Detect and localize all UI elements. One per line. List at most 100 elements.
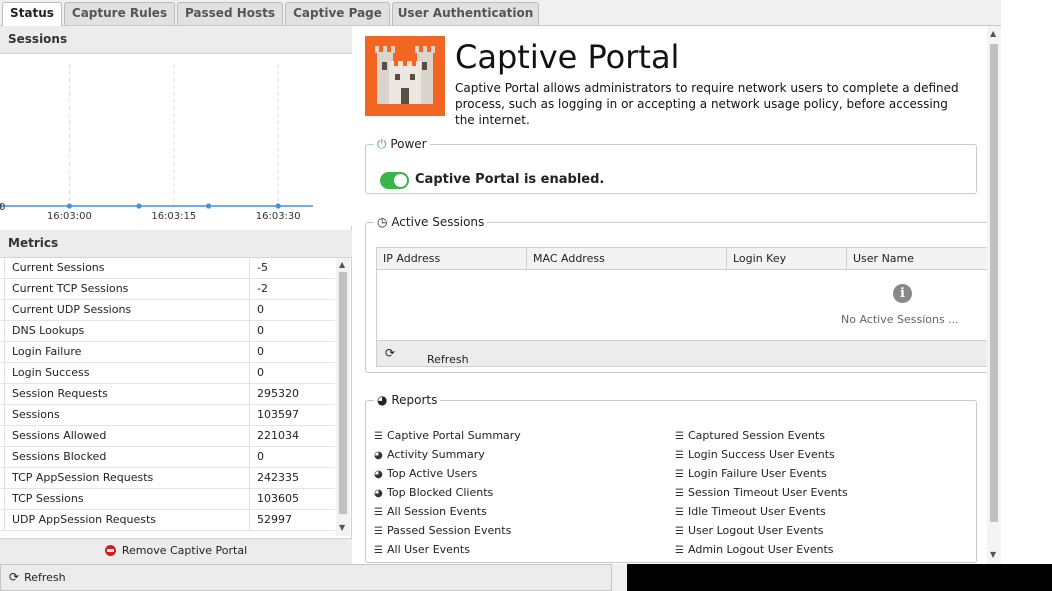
castle-logo-icon — [365, 36, 445, 116]
col-divider — [726, 248, 727, 270]
report-label: User Logout User Events — [688, 524, 824, 537]
scroll-up-icon[interactable]: ▲ — [990, 29, 996, 38]
list-icon: ☰ — [675, 469, 684, 480]
data-point — [136, 203, 142, 209]
list-icon: ☰ — [675, 450, 684, 461]
refresh-label: Refresh — [24, 571, 66, 584]
column-divider — [249, 384, 250, 405]
metric-name: Current TCP Sessions — [12, 282, 129, 295]
list-icon: ☰ — [374, 507, 383, 518]
report-link[interactable]: ☰ Session Timeout User Events — [675, 486, 848, 499]
metric-value: -5 — [257, 261, 268, 274]
col-user-name[interactable]: User Name — [853, 252, 914, 265]
report-link[interactable]: ◕ Top Active Users — [374, 467, 477, 480]
column-divider — [249, 489, 250, 510]
report-link[interactable]: ☰ Captured Session Events — [675, 429, 825, 442]
page-description: Captive Portal allows administrators to … — [455, 81, 959, 127]
metric-value: 0 — [257, 345, 264, 358]
right-scrollbar[interactable]: ▲ ▼ — [987, 26, 1001, 564]
metric-row: Sessions Blocked 0 — [0, 447, 335, 468]
remove-captive-portal-button[interactable]: Remove Captive Portal — [0, 538, 352, 564]
sessions-grid-body: i No Active Sessions ... — [376, 270, 988, 340]
metric-value: 242335 — [257, 471, 299, 484]
tab-capture-rules[interactable]: Capture Rules — [64, 2, 175, 25]
row-divider — [4, 405, 5, 426]
sessions-refresh-label: Refresh — [427, 353, 469, 366]
scroll-down-icon[interactable]: ▼ — [339, 523, 345, 532]
report-link[interactable]: ☰ Login Success User Events — [675, 448, 835, 461]
bottom-toolbar: ⟳ Refresh — [0, 564, 612, 591]
report-link[interactable]: ☰ Passed Session Events — [374, 524, 511, 537]
metric-value: 295320 — [257, 387, 299, 400]
metric-row: Sessions 103597 — [0, 405, 335, 426]
refresh-icon: ⟳ — [9, 570, 20, 584]
metrics-grid: Current Sessions -5 Current TCP Sessions -2… — [0, 258, 352, 536]
metric-value: 0 — [257, 366, 264, 379]
report-link[interactable]: ☰ All Session Events — [374, 505, 487, 518]
row-divider — [4, 489, 5, 510]
report-link[interactable]: ☰ Idle Timeout User Events — [675, 505, 826, 518]
row-divider — [4, 426, 5, 447]
report-label: Login Failure User Events — [688, 467, 827, 480]
col-login-key[interactable]: Login Key — [733, 252, 786, 265]
list-icon: ☰ — [675, 507, 684, 518]
x-tick-label: 16:03:15 — [151, 211, 196, 222]
refresh-button[interactable]: ⟳ Refresh — [9, 570, 66, 584]
empty-sessions-text: No Active Sessions ... — [841, 313, 959, 326]
power-legend-label: Power — [390, 137, 427, 151]
column-divider — [249, 279, 250, 300]
list-icon: ☰ — [675, 431, 684, 442]
info-icon: i — [893, 284, 912, 303]
metric-row: TCP AppSession Requests 242335 — [0, 468, 335, 489]
sessions-chart-svg: 16:03:00 16:03:15 16:03:30 0 — [0, 64, 313, 222]
report-label: Top Blocked Clients — [387, 486, 494, 499]
metric-name: Sessions — [12, 408, 60, 421]
metric-row: Session Requests 295320 — [0, 384, 335, 405]
metrics-scroll-thumb[interactable] — [339, 272, 347, 514]
scroll-down-icon[interactable]: ▼ — [990, 550, 996, 559]
pie-icon: ◕ — [374, 450, 383, 461]
col-mac-address[interactable]: MAC Address — [533, 252, 605, 265]
row-divider — [4, 279, 5, 300]
sessions-refresh-bar: ⟳ Refresh — [376, 340, 988, 367]
list-icon: ☰ — [374, 431, 383, 442]
right-scroll-thumb[interactable] — [990, 44, 998, 522]
data-point — [66, 203, 72, 209]
power-toggle[interactable] — [380, 172, 409, 189]
metrics-panel-title: Metrics — [0, 230, 352, 258]
row-divider — [4, 258, 5, 279]
metric-value: 0 — [257, 450, 264, 463]
report-link[interactable]: ◕ Top Blocked Clients — [374, 486, 493, 499]
empty-area — [627, 564, 1052, 591]
tab-user-authentication[interactable]: User Authentication — [392, 2, 539, 25]
tab-passed-hosts[interactable]: Passed Hosts — [177, 2, 283, 25]
report-link[interactable]: ☰ Admin Logout User Events — [675, 543, 834, 556]
active-sessions-fieldset: ◷ Active Sessions IP Address MAC Address… — [365, 215, 1001, 373]
report-label: Passed Session Events — [387, 524, 512, 537]
tab-captive-page[interactable]: Captive Page — [285, 2, 390, 25]
metric-name: Current UDP Sessions — [12, 303, 132, 316]
column-divider — [249, 510, 250, 531]
report-link[interactable]: ☰ Login Failure User Events — [675, 467, 827, 480]
report-label: Top Active Users — [387, 467, 478, 480]
power-icon: ⏻ — [377, 137, 387, 151]
scroll-up-icon[interactable]: ▲ — [339, 260, 345, 269]
report-link[interactable]: ☰ Captive Portal Summary — [374, 429, 521, 442]
sessions-chart: 16:03:00 16:03:15 16:03:30 0 — [0, 54, 352, 226]
pie-icon: ◕ — [374, 488, 383, 499]
report-label: All User Events — [387, 543, 470, 556]
col-ip-address[interactable]: IP Address — [383, 252, 440, 265]
row-divider — [4, 447, 5, 468]
report-link[interactable]: ☰ User Logout User Events — [675, 524, 824, 537]
metric-value: 0 — [257, 303, 264, 316]
row-divider — [4, 363, 5, 384]
list-icon: ☰ — [374, 526, 383, 537]
tab-status[interactable]: Status — [2, 2, 62, 26]
metrics-scrollbar[interactable]: ▲ ▼ — [336, 258, 350, 536]
power-status: Captive Portal is enabled. — [415, 172, 605, 187]
report-link[interactable]: ◕ Activity Summary — [374, 448, 485, 461]
power-fieldset: ⏻ Power Captive Portal is enabled. — [365, 137, 977, 194]
status-left-panel: Sessions 16:03:00 16:03:15 16:03:30 0 Metri… — [0, 26, 352, 564]
report-link[interactable]: ☰ All User Events — [374, 543, 470, 556]
metric-name: UDP AppSession Requests — [12, 513, 157, 526]
